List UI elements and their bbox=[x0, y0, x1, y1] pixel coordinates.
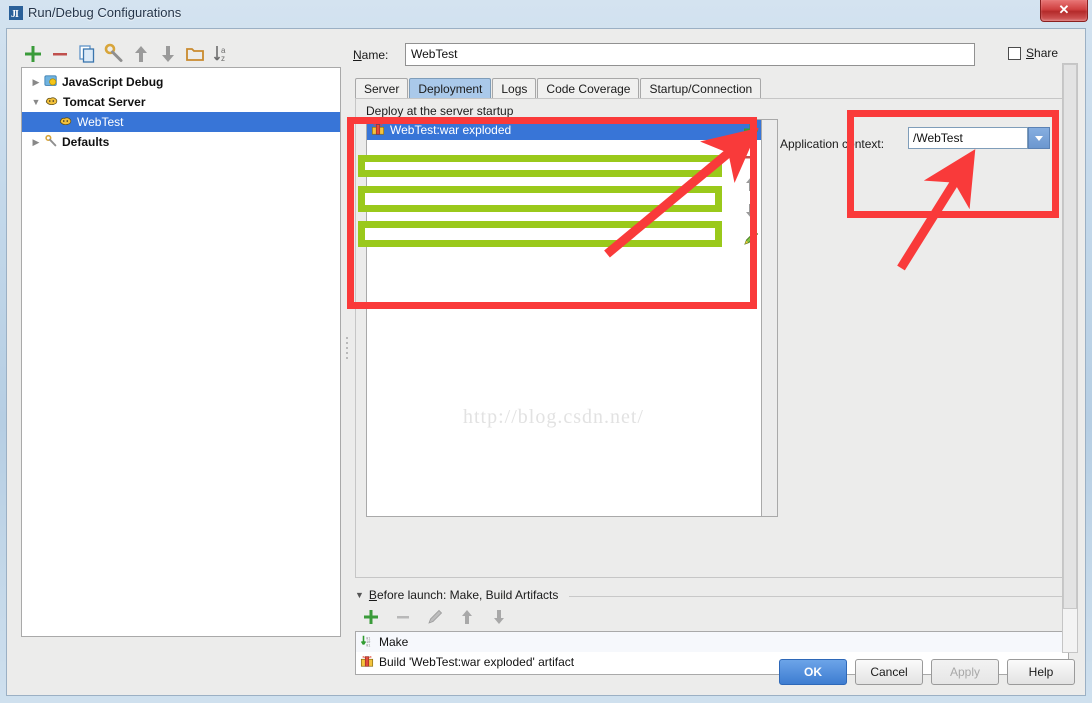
share-label: Share bbox=[1026, 46, 1059, 60]
deployment-tab-panel: Deploy at the server startup WebTest:war… bbox=[355, 98, 1067, 578]
task-row-make[interactable]: 01 10 01 Make bbox=[356, 632, 1068, 652]
help-button[interactable]: Help bbox=[1007, 659, 1075, 685]
remove-artifact-button[interactable] bbox=[742, 148, 760, 166]
configuration-editor-panel: Name: WebTest Share Server Deployment Lo… bbox=[353, 35, 1081, 675]
before-launch-title: Before launch: Make, Build Artifacts bbox=[368, 588, 559, 602]
window-title: Run/Debug Configurations bbox=[28, 5, 182, 20]
tab-server[interactable]: Server bbox=[355, 78, 409, 99]
task-move-down-button[interactable] bbox=[489, 607, 513, 631]
tree-item-label: Tomcat Server bbox=[63, 95, 146, 109]
deployment-list-item[interactable]: WebTest:war exploded bbox=[367, 120, 761, 140]
title-bar: JI Run/Debug Configurations ✕ bbox=[0, 0, 1092, 28]
expand-arrow-icon[interactable]: ▶ bbox=[28, 77, 44, 88]
wrench-icon[interactable] bbox=[102, 42, 126, 66]
configurations-toolbar: a z bbox=[21, 41, 341, 67]
move-down-button[interactable] bbox=[156, 42, 180, 66]
name-label: Name: bbox=[353, 48, 388, 62]
move-up-button[interactable] bbox=[129, 42, 153, 66]
create-folder-button[interactable] bbox=[183, 42, 207, 66]
chevron-down-icon[interactable] bbox=[1028, 127, 1050, 149]
tree-item-label: JavaScript Debug bbox=[62, 75, 164, 89]
tab-startup-connection[interactable]: Startup/Connection bbox=[640, 78, 762, 99]
move-artifact-down-button[interactable] bbox=[742, 202, 760, 220]
add-artifact-button[interactable] bbox=[742, 121, 760, 139]
apply-button: Apply bbox=[931, 659, 999, 685]
deployment-item-label: WebTest:war exploded bbox=[390, 123, 512, 137]
svg-text:z: z bbox=[221, 54, 225, 63]
task-label: Make bbox=[379, 635, 409, 649]
deployment-artifacts-list[interactable]: WebTest:war exploded http://blog.csdn.ne… bbox=[366, 119, 762, 517]
share-checkbox-box[interactable] bbox=[1008, 46, 1021, 60]
collapse-arrow-icon[interactable]: ▼ bbox=[28, 97, 44, 107]
watermark-text: http://blog.csdn.net/ bbox=[463, 406, 644, 428]
cancel-button[interactable]: Cancel bbox=[855, 659, 923, 685]
copy-configuration-button[interactable] bbox=[75, 42, 99, 66]
tree-item-defaults[interactable]: ▶ Defaults bbox=[22, 132, 340, 152]
expand-arrow-icon[interactable]: ▶ bbox=[28, 137, 44, 148]
before-launch-header: ▼ Before launch: Make, Build Artifacts bbox=[355, 587, 1075, 603]
artifact-icon bbox=[360, 654, 374, 671]
sort-alphabetically-button[interactable]: a z bbox=[210, 42, 234, 66]
application-context-label: Application context: bbox=[780, 137, 885, 151]
screenshot-root: JI Run/Debug Configurations ✕ a z ▶ Java… bbox=[0, 0, 1092, 703]
name-input[interactable]: WebTest bbox=[405, 43, 975, 66]
editor-vertical-scrollbar[interactable] bbox=[1062, 63, 1078, 653]
run-debug-configurations-dialog: a z ▶ JavaScript Debug ▼ Tomcat Server W… bbox=[6, 28, 1086, 696]
before-launch-toolbar bbox=[361, 607, 561, 631]
tree-item-webtest[interactable]: WebTest bbox=[22, 112, 340, 132]
task-move-up-button[interactable] bbox=[457, 607, 481, 631]
wrench-icon bbox=[44, 134, 58, 151]
tree-item-label: WebTest bbox=[77, 115, 124, 129]
configurations-tree[interactable]: ▶ JavaScript Debug ▼ Tomcat Server WebTe… bbox=[21, 67, 341, 637]
remove-configuration-button[interactable] bbox=[48, 42, 72, 66]
name-row: Name: WebTest Share bbox=[353, 43, 1081, 67]
artifact-icon bbox=[371, 122, 385, 139]
panel-splitter[interactable] bbox=[343, 67, 352, 637]
tree-item-label: Defaults bbox=[62, 135, 110, 149]
add-configuration-button[interactable] bbox=[21, 42, 45, 66]
splitter-grip bbox=[346, 337, 349, 363]
ok-button[interactable]: OK bbox=[779, 659, 847, 685]
javascript-debug-icon bbox=[44, 74, 58, 91]
tree-item-javascript-debug[interactable]: ▶ JavaScript Debug bbox=[22, 72, 340, 92]
name-mnemonic: N bbox=[353, 48, 362, 62]
application-context-input[interactable]: /WebTest bbox=[908, 127, 1028, 149]
header-rule bbox=[569, 595, 1075, 597]
task-label: Build 'WebTest:war exploded' artifact bbox=[379, 655, 575, 669]
add-task-button[interactable] bbox=[361, 607, 385, 631]
share-checkbox[interactable]: Share bbox=[1008, 46, 1058, 60]
window-frame: JI Run/Debug Configurations ✕ a z ▶ Java… bbox=[0, 0, 1092, 703]
deployment-side-toolbar bbox=[740, 121, 762, 301]
edit-task-button[interactable] bbox=[425, 607, 449, 631]
close-button[interactable]: ✕ bbox=[1040, 0, 1088, 22]
tab-deployment[interactable]: Deployment bbox=[409, 78, 492, 99]
tree-item-tomcat-server[interactable]: ▼ Tomcat Server bbox=[22, 92, 340, 112]
svg-text:JI: JI bbox=[11, 9, 19, 20]
tomcat-icon bbox=[44, 94, 59, 111]
idea-logo-icon: JI bbox=[8, 5, 24, 21]
remove-task-button[interactable] bbox=[393, 607, 417, 631]
svg-text:01: 01 bbox=[366, 644, 370, 648]
collapse-arrow-icon[interactable]: ▼ bbox=[355, 590, 364, 600]
editor-tabs: Server Deployment Logs Code Coverage Sta… bbox=[355, 77, 1081, 99]
tab-code-coverage[interactable]: Code Coverage bbox=[537, 78, 640, 99]
deploy-group-label: Deploy at the server startup bbox=[366, 104, 514, 118]
edit-artifact-button[interactable] bbox=[742, 229, 760, 247]
tab-logs[interactable]: Logs bbox=[492, 78, 537, 99]
scrollbar-thumb[interactable] bbox=[1063, 64, 1077, 609]
deployment-list-scrollbar[interactable] bbox=[762, 119, 778, 517]
tomcat-icon bbox=[58, 114, 73, 131]
make-icon: 01 10 01 bbox=[360, 634, 374, 651]
name-label-rest: ame: bbox=[361, 48, 389, 62]
move-artifact-up-button[interactable] bbox=[742, 175, 760, 193]
dialog-button-row: OK Cancel Apply Help bbox=[779, 659, 1075, 685]
